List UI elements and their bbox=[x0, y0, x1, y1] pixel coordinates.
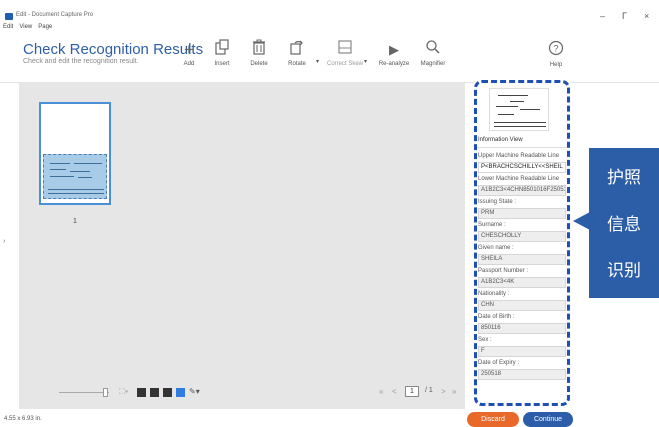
last-page-button[interactable]: » bbox=[452, 387, 456, 396]
trash-icon bbox=[238, 39, 280, 61]
correct-skew-button[interactable]: Correct Skew bbox=[324, 39, 366, 79]
play-icon: ▶ bbox=[389, 42, 399, 57]
magnifier-button[interactable]: Magnifier bbox=[412, 39, 454, 79]
first-page-button[interactable]: « bbox=[379, 387, 383, 396]
insert-button[interactable]: Insert bbox=[201, 39, 243, 79]
edit-view-icon[interactable]: ✎▾ bbox=[189, 387, 200, 396]
view-grid-icon[interactable] bbox=[176, 388, 185, 397]
callout-box: 护照 信息 识别 bbox=[589, 148, 659, 298]
view-small-icon[interactable] bbox=[163, 388, 172, 397]
menu-bar: Edit View Page bbox=[3, 24, 52, 30]
next-page-button[interactable]: > bbox=[441, 387, 446, 396]
bottom-bar: ⛶▾ ✎▾ « < 1 / 1 > » bbox=[19, 382, 465, 402]
page-thumbnail[interactable] bbox=[39, 102, 111, 205]
page-subtitle: Check and edit the recognition result. bbox=[23, 58, 139, 65]
page-size-label: 4.55 x 6.93 in. bbox=[4, 416, 42, 422]
passport-image bbox=[43, 154, 107, 199]
page-number-label: 1 bbox=[73, 218, 77, 225]
magnifier-icon bbox=[412, 39, 454, 61]
callout-line-3: 识别 bbox=[607, 261, 641, 280]
continue-button[interactable]: Continue bbox=[523, 412, 573, 427]
page-input[interactable]: 1 bbox=[405, 386, 419, 397]
insert-icon bbox=[201, 39, 243, 61]
fit-icon[interactable]: ⛶▾ bbox=[119, 387, 129, 397]
callout-line-2: 信息 bbox=[607, 215, 641, 234]
title-bar: Edit - Document Capture Pro – Г × bbox=[0, 0, 659, 24]
correct-skew-icon bbox=[324, 39, 366, 61]
discard-button[interactable]: Discard bbox=[467, 412, 519, 427]
delete-button[interactable]: Delete bbox=[238, 39, 280, 79]
menu-page[interactable]: Page bbox=[38, 24, 52, 30]
re-analyze-button[interactable]: ▶ Re-analyze bbox=[373, 39, 415, 79]
rotate-icon bbox=[276, 39, 318, 61]
prev-page-button[interactable]: < bbox=[392, 387, 397, 396]
help-icon: ? bbox=[539, 40, 573, 62]
zoom-slider-handle[interactable] bbox=[103, 388, 108, 397]
app-icon bbox=[5, 13, 13, 20]
highlight-dashed-border bbox=[474, 80, 570, 406]
minimize-button[interactable]: – bbox=[600, 11, 605, 21]
window-title: Edit - Document Capture Pro bbox=[16, 12, 94, 18]
view-medium-icon[interactable] bbox=[150, 388, 159, 397]
menu-edit[interactable]: Edit bbox=[3, 24, 13, 30]
callout-pointer bbox=[573, 212, 590, 230]
svg-text:?: ? bbox=[553, 44, 558, 54]
help-button[interactable]: ? Help bbox=[539, 40, 573, 69]
menu-view[interactable]: View bbox=[19, 24, 32, 30]
rotate-dropdown-arrow[interactable]: ▾ bbox=[316, 58, 319, 65]
callout-line-1: 护照 bbox=[607, 168, 641, 187]
close-button[interactable]: × bbox=[644, 11, 649, 21]
view-large-icon[interactable] bbox=[137, 388, 146, 397]
zoom-slider-track[interactable] bbox=[59, 392, 109, 393]
maximize-button[interactable]: Г bbox=[622, 11, 627, 21]
skew-dropdown-arrow[interactable]: ▾ bbox=[364, 58, 367, 65]
expand-sidebar-arrow[interactable]: › bbox=[3, 238, 5, 245]
rotate-button[interactable]: Rotate bbox=[276, 39, 318, 79]
page-total: / 1 bbox=[425, 387, 433, 394]
